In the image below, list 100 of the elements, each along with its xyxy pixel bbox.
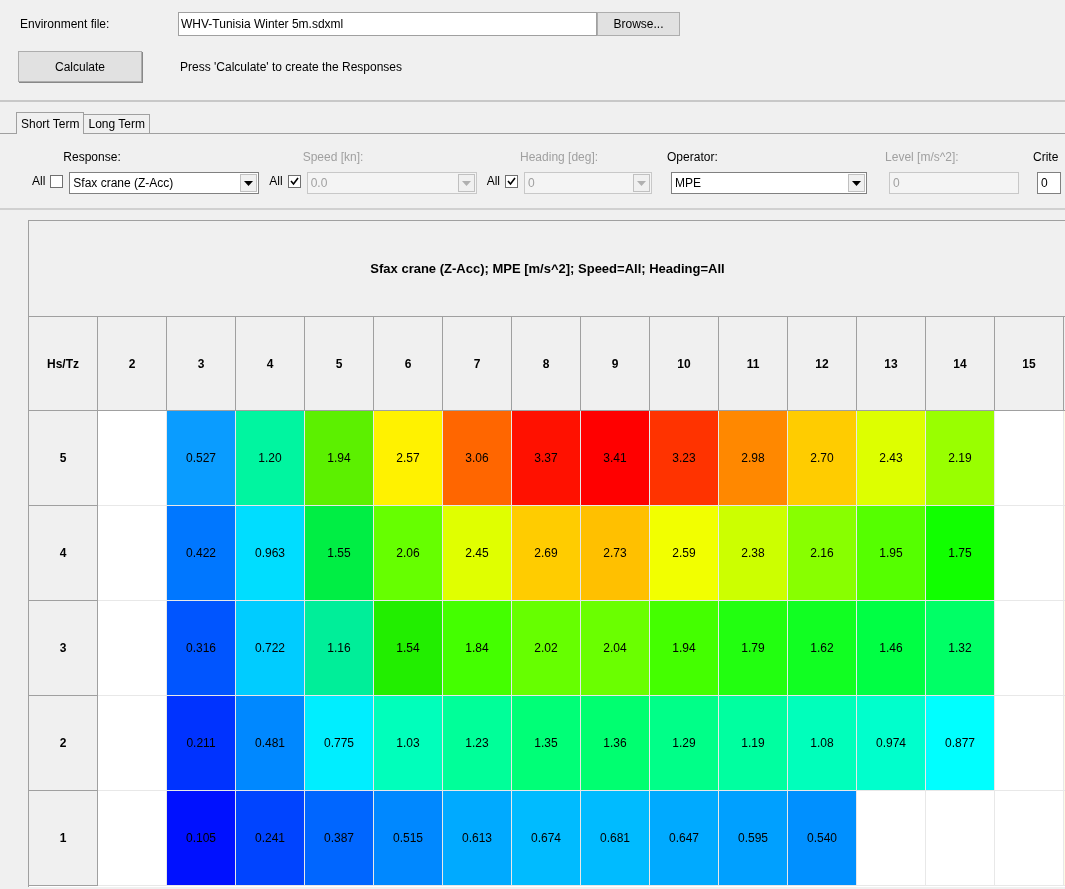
dropdown-arrow-icon — [637, 180, 647, 186]
table-cell: 2.43 — [857, 411, 926, 506]
input-field[interactable]: 0 — [1037, 172, 1062, 194]
table-cell: 3.37 — [512, 411, 581, 506]
field-label: Speed [kn]: — [302, 149, 365, 166]
dropdown-arrow-icon — [852, 180, 862, 186]
table-cell: 0.387 — [305, 791, 374, 886]
column-header: 7 — [443, 317, 512, 411]
column-header: 9 — [581, 317, 650, 411]
row-header: 3 — [29, 601, 98, 696]
field-label: Operator: — [667, 149, 719, 166]
dropdown-arrow-icon — [461, 180, 471, 186]
table-cell: 3.41 — [581, 411, 650, 506]
table-cell: 0.422 — [167, 506, 236, 601]
table-cell: 1.08 — [788, 696, 857, 791]
table-cell: 1.55 — [305, 506, 374, 601]
table-cell: 0.775 — [305, 696, 374, 791]
dropdown[interactable]: Sfax crane (Z-Acc) — [69, 172, 260, 194]
table-cell: 1.03 — [374, 696, 443, 791]
table-cell: 3.23 — [650, 411, 719, 506]
table-cell: 0.674 — [512, 791, 581, 886]
table-cell: 2.69 — [512, 506, 581, 601]
file-path-field[interactable]: WHV-Tunisia Winter 5m.sdxml — [178, 12, 597, 36]
table-cell: 0.105 — [167, 791, 236, 886]
hint-text: Press 'Calculate' to create the Responses — [180, 58, 403, 76]
table-cell: 3.06 — [443, 411, 512, 506]
table-cell: 0.974 — [857, 696, 926, 791]
table-cell: 0.241 — [236, 791, 305, 886]
row-header: 2 — [29, 696, 98, 791]
tab[interactable]: Short Term — [16, 112, 85, 134]
row-header: 5 — [29, 411, 98, 506]
all-label: All — [486, 173, 501, 190]
table-cell: 0.595 — [719, 791, 788, 886]
table-cell: 1.35 — [512, 696, 581, 791]
dropdown-arrow-icon — [244, 180, 254, 186]
column-header: 4 — [236, 317, 305, 411]
table-cell: 0.877 — [926, 696, 995, 791]
table-cell: 1.75 — [926, 506, 995, 601]
grid-title: Sfax crane (Z-Acc); MPE [m/s^2]; Speed=All; Heading=All — [29, 221, 1065, 317]
table-cell: 0.613 — [443, 791, 512, 886]
row-header: 1 — [29, 791, 98, 886]
table-cell: 1.84 — [443, 601, 512, 696]
column-header: 8 — [512, 317, 581, 411]
table-cell: 1.54 — [374, 601, 443, 696]
table-cell: 1.36 — [581, 696, 650, 791]
table-cell: 0.211 — [167, 696, 236, 791]
table-cell: 2.57 — [374, 411, 443, 506]
table-cell: 0.527 — [167, 411, 236, 506]
column-header: 12 — [788, 317, 857, 411]
tab[interactable]: Long Term — [84, 114, 150, 133]
field-label: Heading [deg]: — [520, 149, 600, 166]
field-label: Crite — [1033, 149, 1060, 166]
table-cell: 1.62 — [788, 601, 857, 696]
table-cell: 2.04 — [581, 601, 650, 696]
table-cell: 2.70 — [788, 411, 857, 506]
table-cell: 2.45 — [443, 506, 512, 601]
field-label: Response: — [63, 149, 122, 166]
table-cell: 1.20 — [236, 411, 305, 506]
column-header: 11 — [719, 317, 788, 411]
table-cell: 2.98 — [719, 411, 788, 506]
browse-button[interactable]: Browse... — [597, 12, 680, 36]
table-cell: 1.46 — [857, 601, 926, 696]
table-cell: 2.16 — [788, 506, 857, 601]
table-cell: 1.95 — [857, 506, 926, 601]
table-cell: 2.02 — [512, 601, 581, 696]
all-label: All — [269, 173, 283, 190]
table-cell: 0.481 — [236, 696, 305, 791]
column-header: 5 — [305, 317, 374, 411]
field-label: Level [m/s^2]: — [885, 149, 960, 166]
checkbox[interactable] — [50, 174, 64, 188]
column-header: 15 — [995, 317, 1064, 411]
row-header: 4 — [29, 506, 98, 601]
table-cell: 2.19 — [926, 411, 995, 506]
table-cell: 0.316 — [167, 601, 236, 696]
table-cell: 1.32 — [926, 601, 995, 696]
table-cell: 0.647 — [650, 791, 719, 886]
table-cell: 1.19 — [719, 696, 788, 791]
dropdown[interactable]: MPE — [671, 172, 868, 194]
all-label: All — [32, 173, 46, 190]
column-header: 13 — [857, 317, 926, 411]
table-cell: 1.16 — [305, 601, 374, 696]
table-cell: 2.38 — [719, 506, 788, 601]
field-label: Environment file: — [20, 16, 111, 33]
corner-header: Hs/Tz — [29, 317, 98, 411]
table-cell: 2.06 — [374, 506, 443, 601]
table-cell: 1.79 — [719, 601, 788, 696]
table-cell: 1.29 — [650, 696, 719, 791]
table-cell: 1.94 — [650, 601, 719, 696]
calculate-button[interactable]: Calculate — [18, 51, 142, 82]
column-header: 2 — [98, 317, 167, 411]
column-header: 3 — [167, 317, 236, 411]
table-cell: 1.94 — [305, 411, 374, 506]
table-cell: 0.540 — [788, 791, 857, 886]
table-cell: 0.681 — [581, 791, 650, 886]
table-cell: 0.963 — [236, 506, 305, 601]
column-header: 14 — [926, 317, 995, 411]
column-header: 6 — [374, 317, 443, 411]
table-cell: 0.515 — [374, 791, 443, 886]
column-header: 10 — [650, 317, 719, 411]
table-cell: 2.73 — [581, 506, 650, 601]
